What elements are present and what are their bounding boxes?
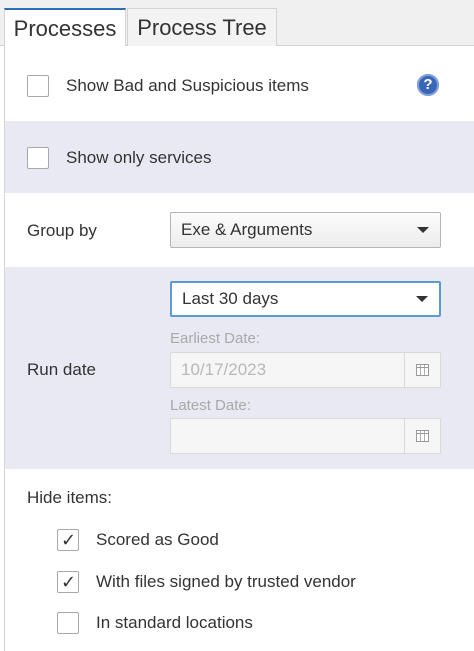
earliest-date-label: Earliest Date: — [170, 330, 261, 347]
hide-items-label: Hide items: — [27, 488, 113, 507]
tab-process-tree[interactable]: Process Tree — [127, 8, 277, 47]
hide-items-section: Hide items: ✓ Scored as Good ✓ With file… — [5, 469, 474, 651]
help-icon[interactable]: ? — [417, 74, 439, 96]
checkmark-icon: ✓ — [61, 530, 77, 551]
checkmark-icon: ✓ — [61, 572, 77, 593]
bad-suspicious-checkbox[interactable] — [27, 75, 49, 97]
bad-suspicious-row: Show Bad and Suspicious items ? — [5, 46, 474, 121]
group-by-value: Exe & Arguments — [181, 220, 313, 239]
run-date-range-select[interactable]: Last 30 days — [170, 281, 441, 317]
only-services-label: Show only services — [66, 148, 212, 167]
standard-locations-checkbox[interactable] — [57, 612, 79, 634]
group-by-select[interactable]: Exe & Arguments — [170, 212, 441, 248]
earliest-date-field[interactable]: 10/17/2023 — [170, 352, 441, 388]
scored-good-checkbox[interactable]: ✓ — [57, 529, 79, 551]
latest-date-label: Latest Date: — [170, 397, 251, 414]
calendar-icon — [416, 430, 429, 442]
trusted-vendor-checkbox[interactable]: ✓ — [57, 571, 79, 593]
bad-suspicious-label: Show Bad and Suspicious items — [66, 76, 309, 95]
run-date-row: Last 30 days Earliest Date: Run date 10/… — [5, 267, 474, 469]
process-filter-window: Processes Process Tree Show Bad and Susp… — [0, 0, 474, 651]
calendar-icon — [416, 364, 429, 376]
run-date-range-value: Last 30 days — [182, 289, 279, 308]
tab-bar: Processes Process Tree — [0, 0, 474, 47]
only-services-row: Show only services — [5, 121, 474, 193]
latest-date-field[interactable] — [170, 418, 441, 454]
earliest-date-value: 10/17/2023 — [181, 360, 267, 379]
filter-panel: Show Bad and Suspicious items ? Show onl… — [4, 46, 474, 651]
earliest-date-calendar-button[interactable] — [404, 353, 440, 387]
chevron-down-icon — [416, 296, 428, 302]
latest-date-calendar-button[interactable] — [404, 419, 440, 453]
group-by-row: Group by Exe & Arguments — [5, 193, 474, 267]
only-services-checkbox[interactable] — [27, 147, 49, 169]
group-by-label: Group by — [27, 221, 97, 240]
standard-locations-label: In standard locations — [96, 613, 253, 632]
trusted-vendor-label: With files signed by trusted vendor — [96, 572, 356, 591]
chevron-down-icon — [417, 227, 429, 233]
run-date-label: Run date — [27, 360, 96, 379]
scored-good-label: Scored as Good — [96, 530, 219, 549]
tab-processes[interactable]: Processes — [4, 8, 126, 47]
